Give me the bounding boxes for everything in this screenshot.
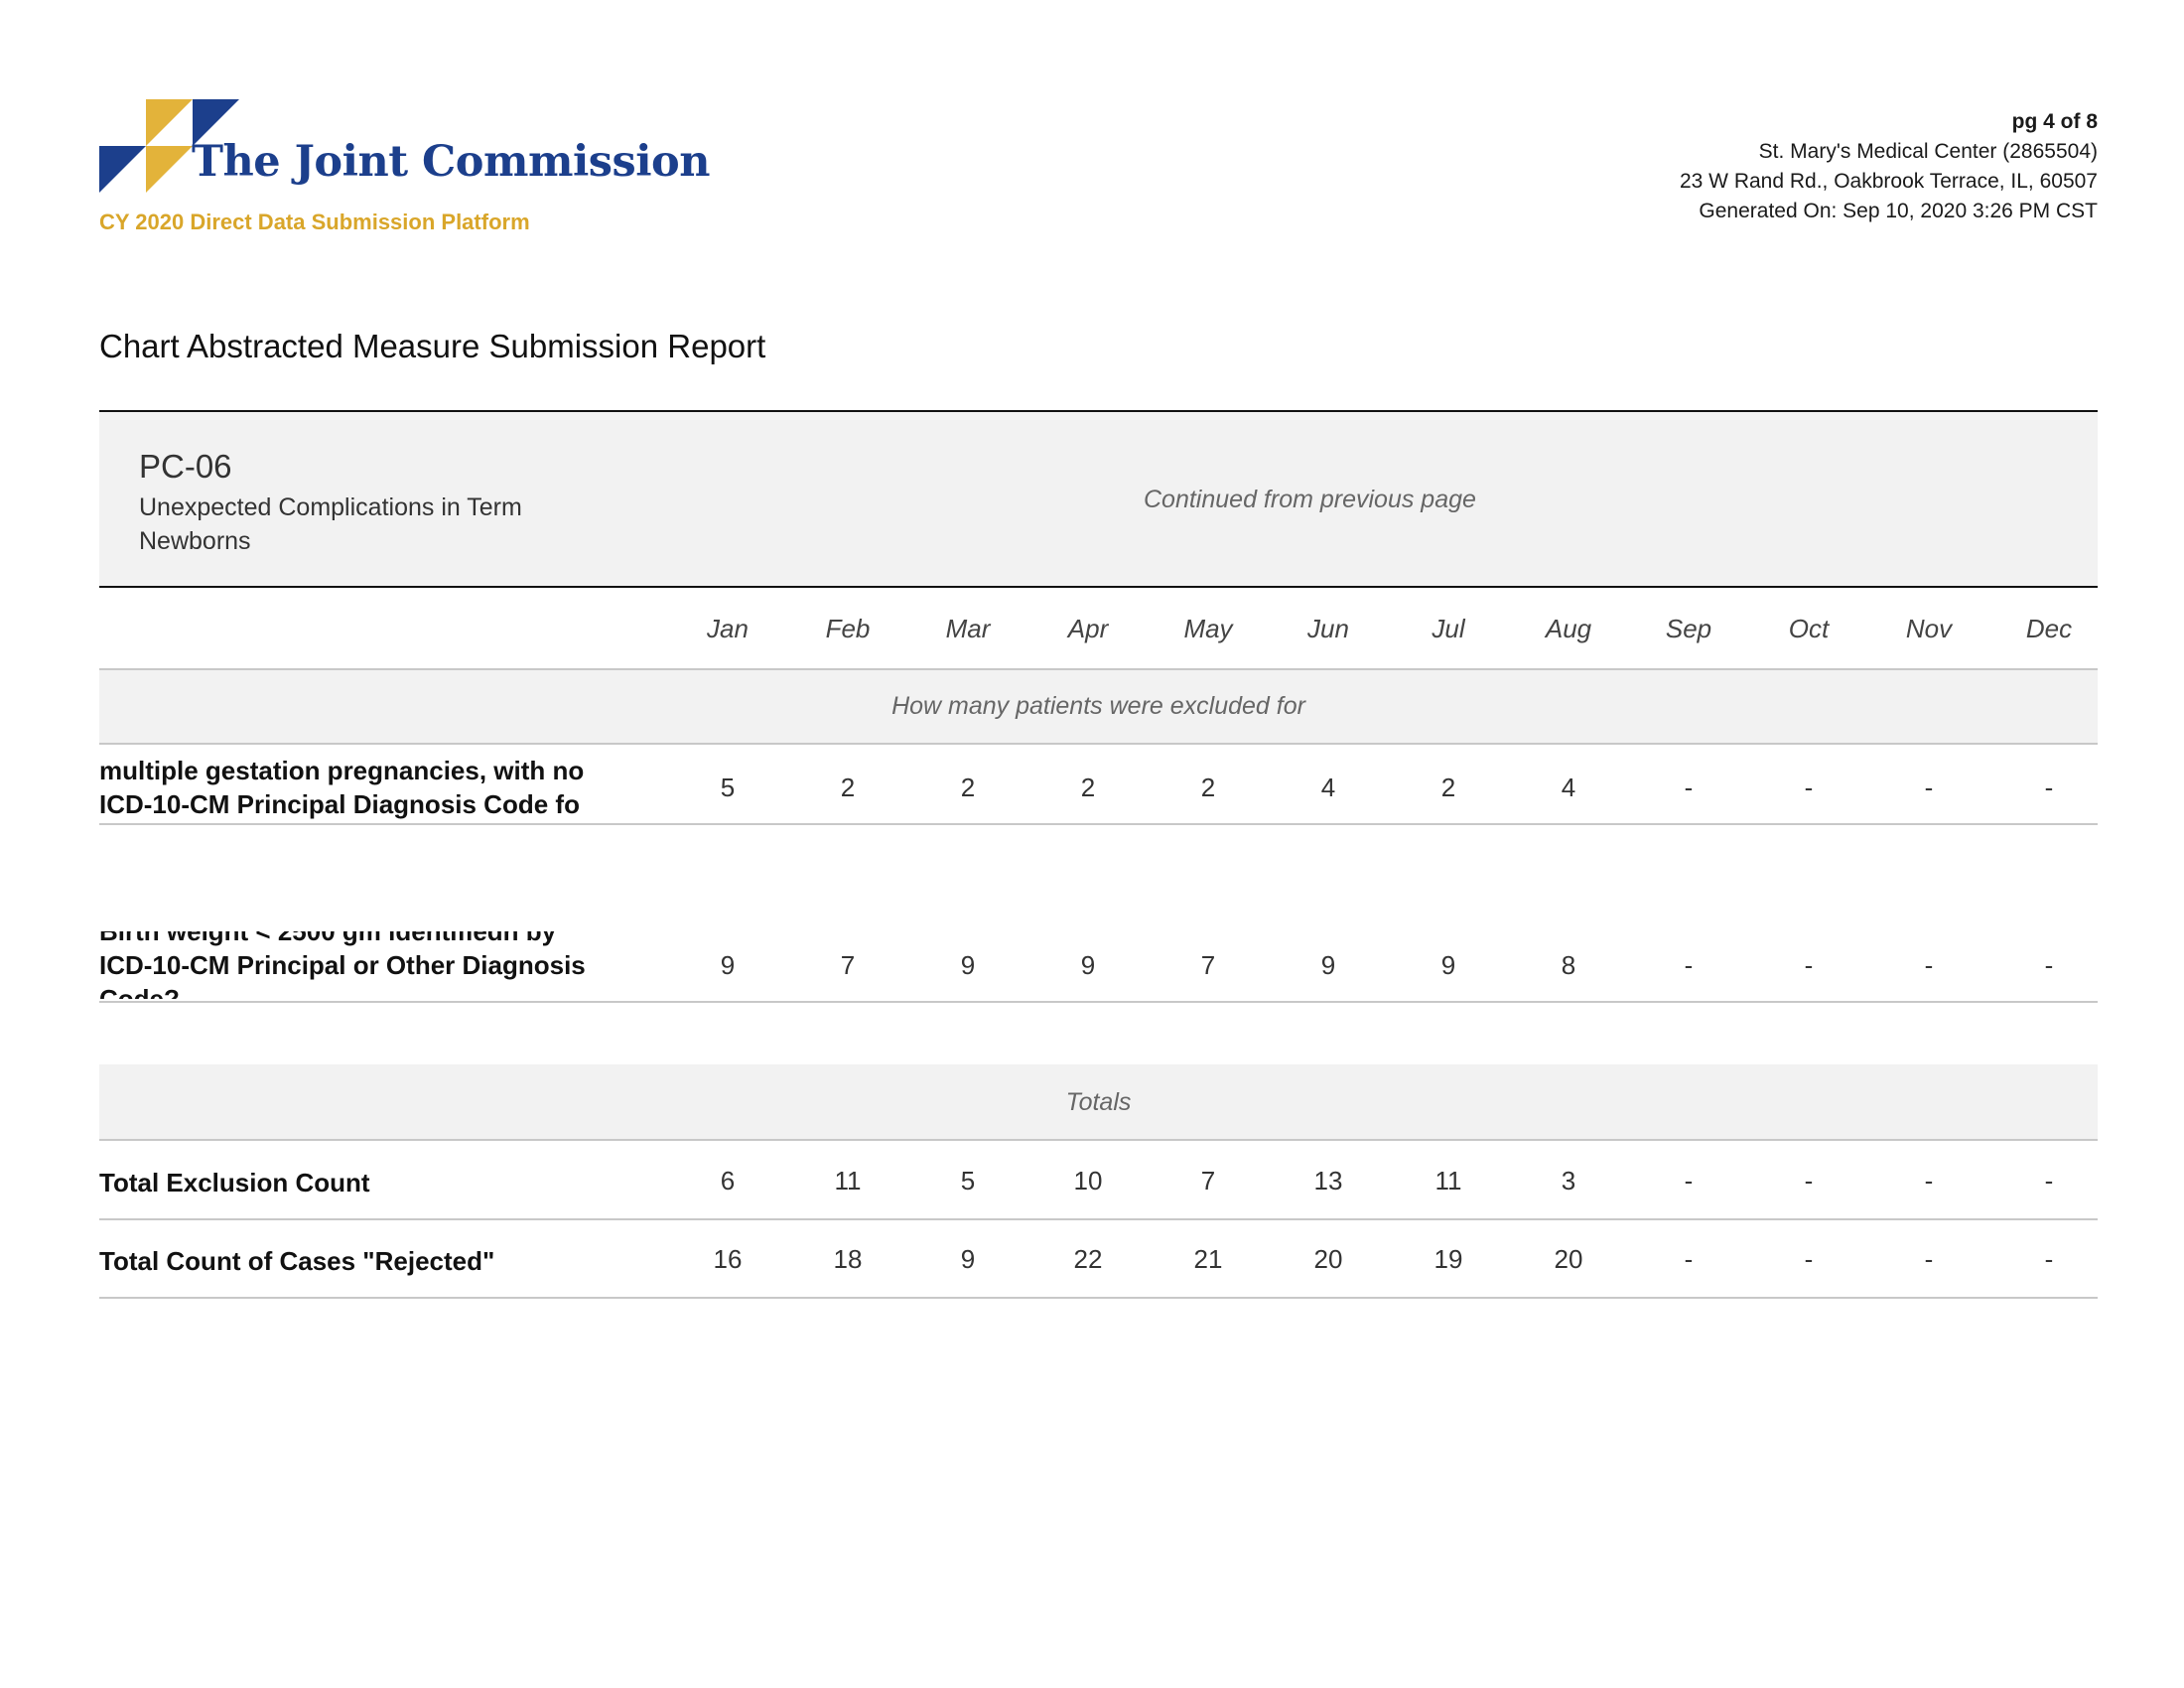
- row-divider: [99, 823, 2098, 825]
- table-cell: 2: [1200, 773, 1216, 802]
- month-header: Sep: [1665, 614, 1712, 643]
- month-header: Jun: [1307, 614, 1349, 643]
- table-cell: -: [2044, 773, 2054, 802]
- table-cell: 9: [1440, 950, 1456, 980]
- table-cell: -: [1804, 773, 1814, 802]
- row-label: Birth weight < 2500 gm identifiedn by IC…: [99, 931, 586, 999]
- table-cell: 4: [1320, 773, 1336, 802]
- table-cell: -: [2044, 1244, 2054, 1274]
- table-cell: -: [1804, 950, 1814, 980]
- table-cell: 6: [720, 1166, 736, 1196]
- row-label: Total Count of Cases "Rejected": [99, 1246, 495, 1276]
- table-cell: 2: [960, 773, 976, 802]
- table-cell: 7: [1200, 1166, 1216, 1196]
- table-cell: -: [1804, 1166, 1814, 1196]
- facility-name: St. Mary's Medical Center (2865504): [1758, 140, 2098, 163]
- table-cell: 2: [840, 773, 856, 802]
- table-cell: 3: [1561, 1166, 1576, 1196]
- report-title: Chart Abstracted Measure Submission Repo…: [99, 328, 766, 364]
- table-cell: 2: [1440, 773, 1456, 802]
- totals-section-label: Totals: [1065, 1088, 1132, 1116]
- table-cell: 9: [960, 1244, 976, 1274]
- table-cell: -: [1684, 950, 1694, 980]
- table-cell: 10: [1073, 1166, 1103, 1196]
- table-cell: 18: [833, 1244, 863, 1274]
- row-label: multiple gestation pregnancies, with no …: [99, 756, 585, 819]
- table-cell: 9: [1080, 950, 1096, 980]
- table-cell: 11: [834, 1166, 862, 1196]
- header-info: pg 4 of 8 St. Mary's Medical Center (286…: [1680, 107, 2098, 226]
- month-header: May: [1183, 614, 1233, 643]
- row-divider: [99, 1001, 2098, 1003]
- table-cell: 13: [1313, 1166, 1343, 1196]
- table-cell: 7: [840, 950, 856, 980]
- table-cell: -: [1804, 1244, 1814, 1274]
- table-cell: -: [1684, 1166, 1694, 1196]
- exclusions-section-header: How many patients were excluded for: [99, 668, 2098, 745]
- measure-header: PC-06 Unexpected Complications in Term N…: [99, 410, 2098, 588]
- table-cell: -: [2044, 1166, 2054, 1196]
- generated-timestamp: Generated On: Sep 10, 2020 3:26 PM CST: [1699, 200, 2098, 222]
- table-cell: 20: [1313, 1244, 1343, 1274]
- table-cell: 4: [1561, 773, 1576, 802]
- row-divider: [99, 1218, 2098, 1220]
- table-cell: 9: [1320, 950, 1336, 980]
- table-cell: 20: [1554, 1244, 1583, 1274]
- measure-name: Unexpected Complications in Term Newborn…: [139, 493, 522, 555]
- month-header: Jan: [707, 614, 749, 643]
- measure-code: PC-06: [139, 448, 232, 485]
- table-cell: 5: [720, 773, 736, 802]
- month-header: Nov: [1905, 614, 1953, 643]
- facility-address: 23 W Rand Rd., Oakbrook Terrace, IL, 605…: [1679, 170, 2098, 193]
- row-label: Total Exclusion Count: [99, 1168, 370, 1197]
- org-name: The Joint Commission: [192, 137, 710, 187]
- table-cell: -: [2044, 950, 2054, 980]
- table-cell: 7: [1200, 950, 1216, 980]
- month-header: Feb: [825, 614, 871, 643]
- table-cell: 11: [1434, 1166, 1462, 1196]
- table-cell: -: [1684, 773, 1694, 802]
- table-cell: 5: [960, 1166, 976, 1196]
- report-page: The Joint Commission CY 2020 Direct Data…: [0, 0, 2184, 1688]
- month-header: Mar: [945, 614, 991, 643]
- month-header: Dec: [2025, 614, 2073, 643]
- table-cell: 19: [1433, 1244, 1463, 1274]
- totals-section-header: Totals: [99, 1064, 2098, 1141]
- platform-name: CY 2020 Direct Data Submission Platform: [99, 210, 530, 234]
- page-indicator: pg 4 of 8: [2011, 110, 2098, 133]
- table-cell: 16: [713, 1244, 743, 1274]
- table-cell: -: [1924, 950, 1934, 980]
- table-cell: 2: [1080, 773, 1096, 802]
- table-cell: -: [1924, 773, 1934, 802]
- month-header: Apr: [1067, 614, 1109, 643]
- row-divider: [99, 1297, 2098, 1299]
- table-cell: 9: [720, 950, 736, 980]
- table-cell: 22: [1073, 1244, 1103, 1274]
- month-header: Jul: [1432, 614, 1465, 643]
- table-cell: -: [1684, 1244, 1694, 1274]
- month-header: Aug: [1545, 614, 1592, 643]
- table-cell: 8: [1561, 950, 1576, 980]
- month-header: Oct: [1788, 614, 1830, 643]
- table-cell: -: [1924, 1166, 1934, 1196]
- exclusions-section-label: How many patients were excluded for: [891, 692, 1305, 720]
- continued-note: Continued from previous page: [1144, 486, 1476, 513]
- table-cell: 21: [1193, 1244, 1223, 1274]
- table-cell: 9: [960, 950, 976, 980]
- table-cell: -: [1924, 1244, 1934, 1274]
